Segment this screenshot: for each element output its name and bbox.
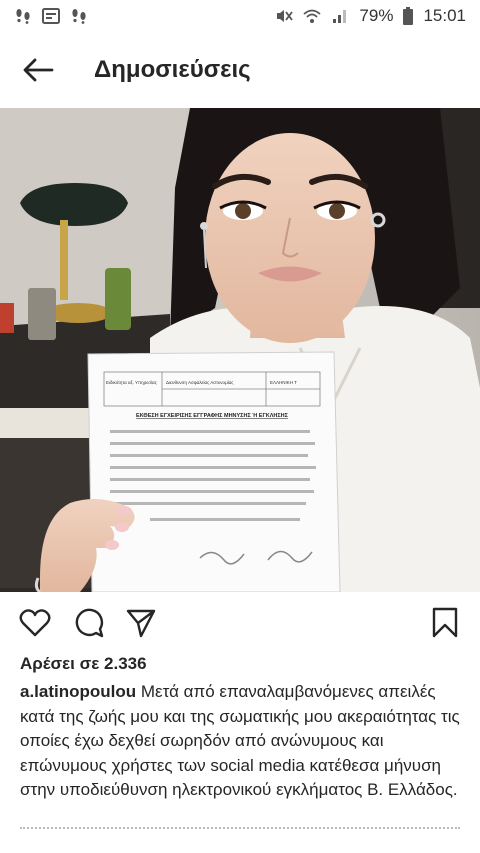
- caption-username[interactable]: a.latinopoulou: [20, 682, 136, 701]
- truncated-next-line: [20, 827, 460, 833]
- footprints-icon: [16, 9, 30, 24]
- app-header: Δημοσιεύσεις: [0, 32, 480, 108]
- arrow-left-icon: [23, 58, 54, 82]
- document-title: ΕΚΘΕΣΗ ΕΓΧΕΙΡΙΣΗΣ ΕΓΓΡΑΦΗΣ ΜΗΝΥΣΗΣ Ή ΕΓΚ…: [136, 413, 289, 419]
- like-button[interactable]: [18, 606, 52, 640]
- battery-percent: 79%: [359, 6, 394, 25]
- share-icon: [126, 609, 156, 638]
- signal-icon: [333, 10, 347, 23]
- document-paper: Ειδικότητα αξ. Υπηρεσίας Διευθυνση Ασφαλ…: [87, 351, 341, 592]
- status-left: [14, 8, 88, 24]
- post-caption: a.latinopoulou Μετά από επαναλαμβανόμενε…: [20, 680, 466, 803]
- document-header-cell-1: Ειδικότητα αξ. Υπηρεσίας: [106, 379, 158, 385]
- post-image: Ειδικότητα αξ. Υπηρεσίας Διευθυνση Ασφαλ…: [0, 108, 480, 592]
- share-button[interactable]: [124, 606, 158, 640]
- comment-icon: [75, 608, 104, 638]
- status-right: 79% 15:01: [275, 6, 466, 26]
- back-button[interactable]: [18, 50, 58, 90]
- document-header-cell-2: Διευθυνση Ασφαλείας Αστυνομίας: [166, 380, 234, 385]
- bookmark-icon: [432, 607, 458, 638]
- post-photo[interactable]: Ειδικότητα αξ. Υπηρεσίας Διευθυνση Ασφαλ…: [0, 108, 480, 592]
- likes-count[interactable]: Αρέσει σε 2.336: [20, 654, 147, 674]
- footprints-icon: [72, 9, 86, 24]
- document-header-cell-3: ΕΛΛΗΝΙΚΗ Τ: [270, 380, 297, 385]
- mute-icon: [277, 10, 294, 22]
- gallery-icon: [42, 8, 60, 24]
- bookmark-button[interactable]: [428, 606, 462, 640]
- comment-button[interactable]: [72, 606, 106, 640]
- page-title: Δημοσιεύσεις: [94, 56, 251, 83]
- clock: 15:01: [423, 6, 466, 25]
- wifi-icon: [303, 9, 322, 23]
- heart-icon: [19, 609, 51, 637]
- post-action-bar: [0, 600, 480, 646]
- status-bar: 79% 15:01: [0, 0, 480, 32]
- battery-icon: [403, 7, 414, 25]
